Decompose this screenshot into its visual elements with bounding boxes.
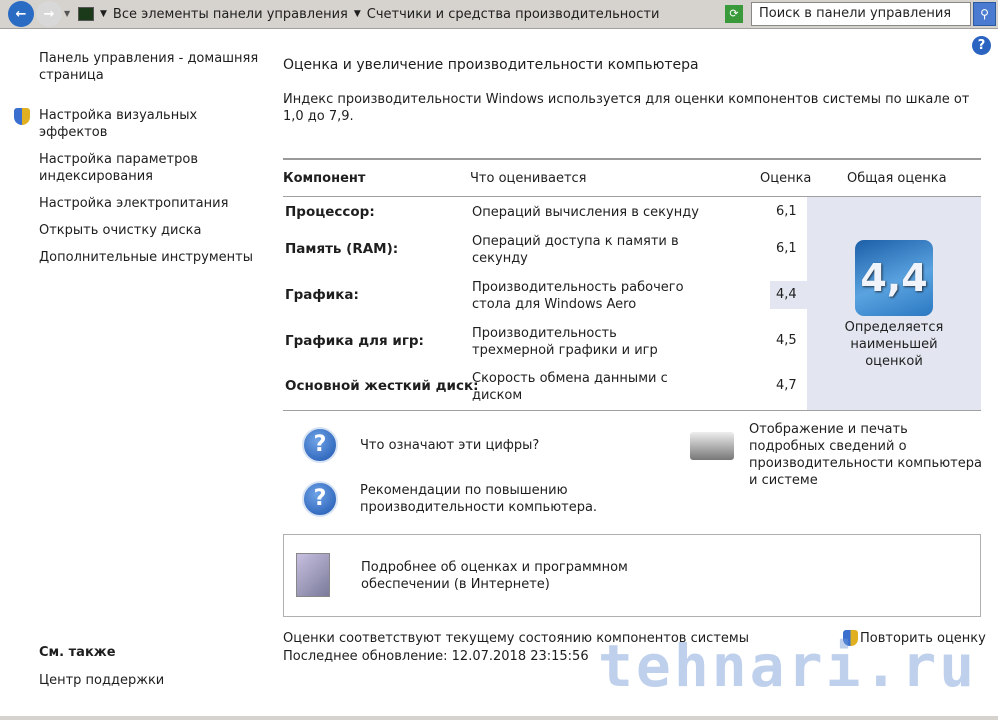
- chevron-icon: ▼: [100, 9, 107, 19]
- shield-icon: [14, 108, 30, 125]
- header-what: Что оценивается: [470, 171, 587, 186]
- history-dropdown-icon[interactable]: ▼: [64, 9, 70, 18]
- page-title: Оценка и увеличение производительности к…: [283, 57, 699, 73]
- back-button[interactable]: ←: [8, 1, 34, 27]
- component-name: Процессор:: [285, 204, 375, 220]
- printer-icon: [690, 432, 734, 460]
- watermark: tehnari.ru: [598, 632, 978, 700]
- chevron-icon: ▼: [353, 9, 361, 19]
- address-bar[interactable]: ▼ Все элементы панели управления ▼ Счетч…: [78, 2, 746, 26]
- help-question-icon: ?: [302, 481, 338, 517]
- print-details-link[interactable]: Отображение и печать подробных сведений …: [749, 421, 984, 489]
- window-border: [0, 716, 998, 720]
- base-score-note: Определяется наименьшей оценкой: [844, 320, 944, 369]
- component-score: 4,7: [776, 378, 797, 393]
- component-name: Графика:: [285, 287, 359, 303]
- sidebar-item-action-center[interactable]: Центр поддержки: [39, 672, 164, 689]
- sidebar-item-power[interactable]: Настройка электропитания: [39, 195, 228, 212]
- component-score: 4,5: [776, 333, 797, 348]
- more-info-box: Подробнее об оценках и программном обесп…: [283, 534, 981, 617]
- sidebar-item-visual-effects[interactable]: Настройка визуальных эффектов: [39, 107, 209, 141]
- last-update: Последнее обновление: 12.07.2018 23:15:5…: [283, 649, 589, 664]
- help-icon[interactable]: ?: [972, 36, 991, 55]
- search-icon[interactable]: ⚲: [973, 2, 996, 26]
- what-numbers-link[interactable]: Что означают эти цифры?: [360, 437, 539, 454]
- component-score: 6,1: [776, 241, 797, 256]
- breadcrumb-item[interactable]: Счетчики и средства производительности: [367, 7, 660, 22]
- base-score-badge: 4,4: [855, 240, 933, 316]
- breadcrumb-item[interactable]: Все элементы панели управления: [113, 7, 348, 22]
- help-question-icon: ?: [302, 427, 338, 463]
- component-what: Производительность рабочего стола для Wi…: [472, 280, 684, 312]
- component-score: 4,4: [776, 287, 797, 302]
- sidebar-item-advanced-tools[interactable]: Дополнительные инструменты: [39, 249, 253, 266]
- software-box-icon: [296, 553, 330, 597]
- component-what: Операций вычисления в секунду: [472, 205, 699, 220]
- component-name: Графика для игр:: [285, 333, 424, 349]
- search-input[interactable]: Поиск в панели управления: [751, 2, 971, 26]
- more-info-link[interactable]: Подробнее об оценках и программном обесп…: [361, 559, 631, 593]
- see-also-heading: См. также: [39, 645, 116, 660]
- component-what: Операций доступа к памяти в секунду: [472, 234, 679, 266]
- header-score: Оценка: [760, 171, 812, 186]
- description: Индекс производительности Windows исполь…: [283, 92, 970, 124]
- component-name: Основной жесткий диск:: [285, 378, 479, 394]
- component-name: Память (RAM):: [285, 241, 399, 257]
- component-what: Скорость обмена данными с диском: [472, 371, 668, 403]
- toolbar: ← → ▼ ▼ Все элементы панели управления ▼…: [0, 0, 998, 29]
- component-score: 6,1: [776, 204, 797, 219]
- control-panel-icon: [78, 7, 94, 21]
- sidebar-item-home[interactable]: Панель управления - домашняя страница: [39, 50, 259, 84]
- component-what: Производительность трехмерной графики и …: [472, 326, 658, 358]
- refresh-icon[interactable]: ⟳: [725, 5, 743, 23]
- forward-button[interactable]: →: [36, 1, 62, 27]
- header-component: Компонент: [283, 171, 366, 186]
- recommendations-link[interactable]: Рекомендации по повышению производительн…: [360, 482, 600, 516]
- header-base: Общая оценка: [847, 171, 947, 186]
- sidebar-item-indexing[interactable]: Настройка параметров индексирования: [39, 151, 209, 185]
- divider: [283, 410, 981, 411]
- sidebar-item-disk-cleanup[interactable]: Открыть очистку диска: [39, 222, 201, 239]
- divider: [283, 158, 981, 160]
